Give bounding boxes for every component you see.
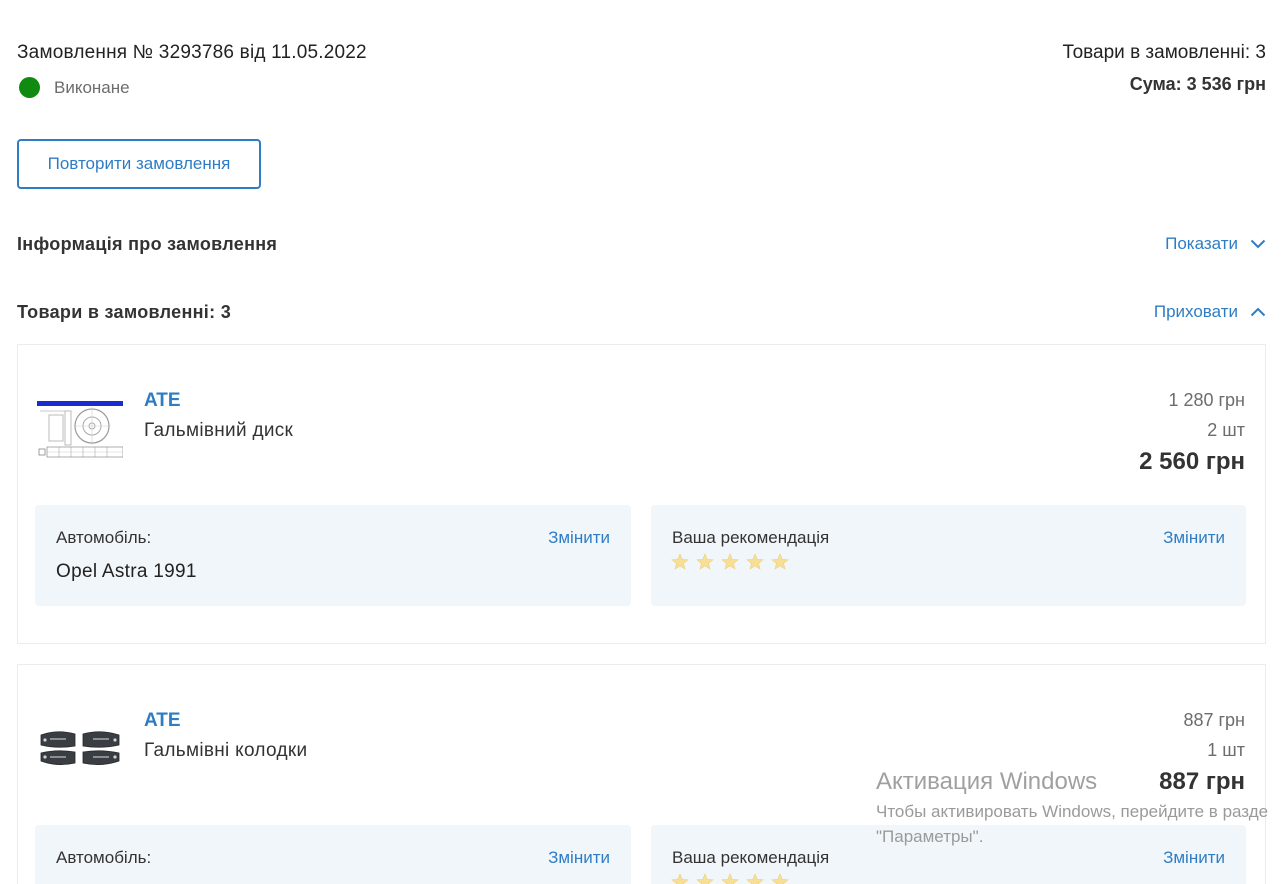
star-icon[interactable] — [671, 873, 696, 884]
order-item-card: ATE Гальмівний диск 1 280 грн 2 шт 2 560… — [17, 344, 1266, 644]
item-prices: 1 280 грн 2 шт 2 560 грн — [1139, 385, 1245, 479]
star-icon[interactable] — [721, 873, 746, 884]
order-info-section: Інформація про замовлення Показати — [17, 231, 1266, 257]
item-brand-link[interactable]: ATE — [144, 390, 181, 412]
order-items-title: Товари в замовленні: 3 — [17, 301, 232, 322]
status-dot-icon — [19, 77, 40, 98]
item-quantity: 1 шт — [1207, 740, 1245, 760]
star-icon[interactable] — [746, 553, 771, 571]
order-info-title: Інформація про замовлення — [17, 233, 278, 254]
recommendation-label: Ваша рекомендація — [672, 848, 830, 867]
item-total: 2 560 грн — [1139, 448, 1245, 475]
change-recommendation-link[interactable]: Змінити — [1163, 528, 1225, 548]
item-unit-price: 887 грн — [1183, 710, 1245, 730]
item-name[interactable]: Гальмівний диск — [144, 420, 293, 442]
rating-stars — [671, 873, 796, 884]
chevron-up-icon — [1250, 307, 1266, 317]
order-sum: Сума: 3 536 грн — [1129, 74, 1266, 94]
item-total: 887 грн — [1159, 768, 1245, 795]
star-icon[interactable] — [696, 873, 721, 884]
item-unit-price: 1 280 грн — [1168, 390, 1245, 410]
windows-activation-line2: "Параметры". — [876, 827, 984, 846]
order-summary: Товари в замовленні: 3 Сума: 3 536 грн — [1062, 42, 1266, 95]
car-label: Автомобіль: — [56, 528, 152, 547]
item-brand-link[interactable]: ATE — [144, 710, 181, 732]
change-car-link[interactable]: Змінити — [548, 528, 610, 548]
item-quantity: 2 шт — [1207, 420, 1245, 440]
rating-stars — [671, 553, 796, 571]
recommendation-label: Ваша рекомендація — [672, 528, 830, 547]
hide-items-label: Приховати — [1153, 302, 1238, 321]
star-icon[interactable] — [771, 873, 796, 884]
change-recommendation-link[interactable]: Змінити — [1163, 848, 1225, 868]
star-icon[interactable] — [696, 553, 721, 571]
recommendation-panel: Ваша рекомендація Змінити — [651, 505, 1246, 606]
windows-activation-title: Активация Windows — [876, 768, 1098, 795]
show-info-label: Показати — [1165, 234, 1238, 253]
change-car-link[interactable]: Змінити — [548, 848, 610, 868]
show-info-toggle[interactable]: Показати — [1165, 234, 1266, 254]
star-icon[interactable] — [721, 553, 746, 571]
order-header: Замовлення № 3293786 від 11.05.2022 Вико… — [17, 42, 1266, 98]
star-icon[interactable] — [746, 873, 771, 884]
star-icon[interactable] — [771, 553, 796, 571]
brake-disc-image[interactable] — [37, 397, 123, 459]
car-panel: Автомобіль: Opel Astra 1991 Змінити — [35, 505, 631, 606]
star-icon[interactable] — [671, 553, 696, 571]
car-panel: Автомобіль: Змінити — [35, 825, 631, 884]
chevron-down-icon — [1250, 239, 1266, 249]
car-value: Opel Astra 1991 — [56, 561, 197, 582]
repeat-order-button[interactable]: Повторити замовлення — [17, 139, 261, 189]
car-label: Автомобіль: — [56, 848, 152, 867]
item-name[interactable]: Гальмівні колодки — [144, 740, 307, 762]
brake-pads-image[interactable] — [37, 717, 123, 779]
order-items-section: Товари в замовленні: 3 Приховати — [17, 299, 1266, 325]
item-prices: 887 грн 1 шт 887 грн — [1159, 705, 1245, 799]
items-count: Товари в замовленні: 3 — [1062, 42, 1266, 63]
hide-items-toggle[interactable]: Приховати — [1154, 302, 1266, 322]
status-text: Виконане — [54, 77, 130, 97]
windows-activation-line1: Чтобы активировать Windows, перейдите в … — [876, 802, 1269, 821]
